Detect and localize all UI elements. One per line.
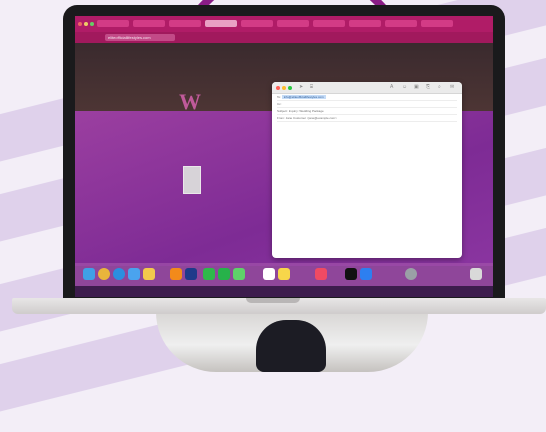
divider	[277, 107, 457, 108]
search-icon[interactable]: ⌕	[438, 85, 441, 90]
url-field[interactable]: eliteofficiallifestyles.com	[105, 34, 175, 41]
notes-icon[interactable]	[278, 268, 290, 280]
divider	[277, 114, 457, 115]
messages-icon[interactable]	[203, 268, 215, 280]
finder-icon[interactable]	[83, 268, 95, 280]
laptop-notch	[246, 298, 300, 303]
to-row[interactable]: To: info@eliteofficiallifestyles.com	[277, 95, 457, 99]
subject-row[interactable]: Subject: Inquiry: Wedding Package	[277, 109, 457, 113]
subject-label: Subject:	[277, 109, 288, 113]
to-recipient[interactable]: info@eliteofficiallifestyles.com	[281, 95, 326, 99]
mail-icon[interactable]	[128, 268, 140, 280]
message-body[interactable]	[277, 123, 457, 253]
laptop-screen: eliteofficiallifestyles.com W ➤ ⌸ A ☺ ▣ …	[75, 16, 493, 297]
photo-icon[interactable]: ▣	[414, 85, 419, 90]
facetime-icon[interactable]	[218, 268, 230, 280]
mail-toolbar: ➤ ⌸ A ☺ ▣ ⎘ ⌕ ✉	[272, 82, 462, 94]
settings-icon[interactable]	[405, 268, 417, 280]
emoji-icon[interactable]: ☺	[402, 85, 407, 90]
browser-tab[interactable]	[169, 20, 201, 27]
mail-icon[interactable]: ✉	[450, 85, 454, 90]
chair-photo	[256, 320, 326, 372]
browser-tab[interactable]	[241, 20, 273, 27]
minimize-button[interactable]	[282, 86, 286, 90]
trash-icon[interactable]	[470, 268, 482, 280]
maps-icon[interactable]	[233, 268, 245, 280]
chrome-icon[interactable]	[98, 268, 110, 280]
subject-value[interactable]: Inquiry: Wedding Package	[289, 109, 324, 113]
music-icon[interactable]	[315, 268, 327, 280]
maximize-button[interactable]	[288, 86, 292, 90]
photos-icon[interactable]	[143, 268, 155, 280]
photo-bottom	[156, 312, 428, 372]
cc-label: Cc:	[277, 102, 282, 106]
browser-tab[interactable]	[421, 20, 453, 27]
browser-tab[interactable]	[277, 20, 309, 27]
browser-tab-bar	[75, 16, 493, 32]
from-value[interactable]: Jane Customer <jane@example.com>	[286, 116, 337, 120]
from-label: From:	[277, 116, 285, 120]
browser-tab[interactable]	[313, 20, 345, 27]
illustrator-icon[interactable]	[170, 268, 182, 280]
browser-tab-active[interactable]	[205, 20, 237, 27]
address-bar[interactable]: eliteofficiallifestyles.com	[75, 32, 493, 43]
from-row[interactable]: From: Jane Customer <jane@example.com>	[277, 116, 457, 120]
browser-tab[interactable]	[385, 20, 417, 27]
cc-row[interactable]: Cc:	[277, 102, 457, 106]
dock	[75, 263, 493, 286]
side-image-left	[183, 166, 201, 194]
tv-icon[interactable]	[345, 268, 357, 280]
browser-tab[interactable]	[349, 20, 381, 27]
calendar-icon[interactable]	[263, 268, 275, 280]
dock-shadow	[75, 286, 493, 297]
browser-tab[interactable]	[133, 20, 165, 27]
divider	[277, 100, 457, 101]
close-button[interactable]	[78, 22, 82, 26]
mail-compose-window[interactable]: ➤ ⌸ A ☺ ▣ ⎘ ⌕ ✉ To: info@eliteofficialli…	[272, 82, 462, 258]
format-icon[interactable]: A	[390, 85, 393, 90]
app-store-icon[interactable]	[360, 268, 372, 280]
safari-icon[interactable]	[113, 268, 125, 280]
attach-icon[interactable]: ⌸	[310, 85, 313, 90]
divider	[277, 121, 457, 122]
browser-tab[interactable]	[97, 20, 129, 27]
link-icon[interactable]: ⎘	[426, 85, 430, 90]
close-button[interactable]	[276, 86, 280, 90]
minimize-button[interactable]	[84, 22, 88, 26]
maximize-button[interactable]	[90, 22, 94, 26]
photoshop-icon[interactable]	[185, 268, 197, 280]
send-icon[interactable]: ➤	[299, 85, 303, 90]
